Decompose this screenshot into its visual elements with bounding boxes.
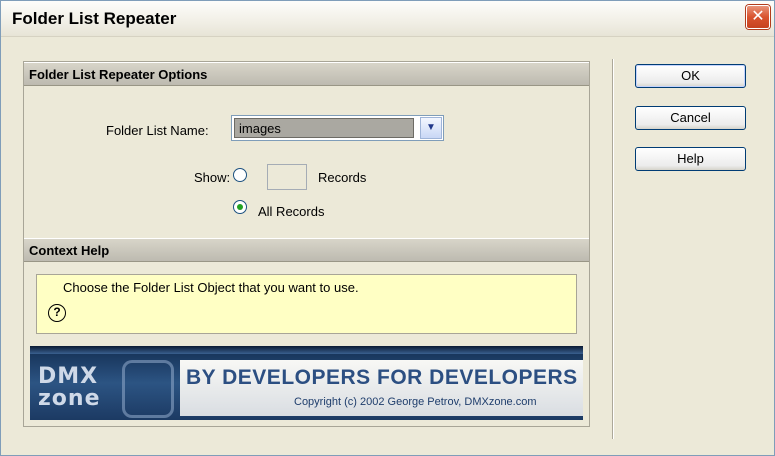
close-icon: ✕ [751,8,765,25]
folder-list-name-value[interactable]: images [234,118,414,138]
all-records-label: All Records [258,204,325,219]
question-circle-icon: ? [48,304,66,322]
title-bar[interactable]: Folder List Repeater ✕ [1,1,774,37]
help-button[interactable]: Help [635,147,746,171]
radio-selected-dot [237,204,243,210]
context-help-header: Context Help [24,238,589,262]
banner-top-bar [30,346,583,354]
context-help-text: Choose the Folder List Object that you w… [63,280,359,295]
show-label: Show: [194,170,231,185]
cancel-button[interactable]: Cancel [635,106,746,130]
options-header: Folder List Repeater Options [24,62,589,86]
banner-text-area: BY DEVELOPERS FOR DEVELOPERS Copyright (… [180,360,583,416]
close-button[interactable]: ✕ [746,5,770,29]
banner-copyright: Copyright (c) 2002 George Petrov, DMXzon… [294,396,537,408]
records-count-input[interactable] [267,164,307,190]
records-radio[interactable] [233,168,247,182]
context-help-box: Choose the Folder List Object that you w… [36,274,577,334]
dmxzone-banner: DMX zone BY DEVELOPERS FOR DEVELOPERS Co… [30,346,583,420]
chevron-down-icon[interactable]: ▼ [420,117,442,139]
window-title: Folder List Repeater [12,9,177,28]
ok-button[interactable]: OK [635,64,746,88]
logo-line-2: zone [38,386,101,411]
all-records-radio[interactable] [233,200,247,214]
dmxzone-logo: DMX zone [38,366,118,416]
options-panel: Folder List Repeater Options Folder List… [23,61,590,427]
dialog-window: Folder List Repeater ✕ Folder List Repea… [0,0,775,456]
folder-list-name-label: Folder List Name: [106,123,209,138]
banner-tagline: BY DEVELOPERS FOR DEVELOPERS [186,366,578,389]
folder-list-name-select[interactable]: images ▼ [231,115,444,141]
logo-line-1: DMX [38,364,99,389]
records-label: Records [318,170,367,185]
logo-x-mark [122,360,174,418]
vertical-divider [612,59,614,439]
